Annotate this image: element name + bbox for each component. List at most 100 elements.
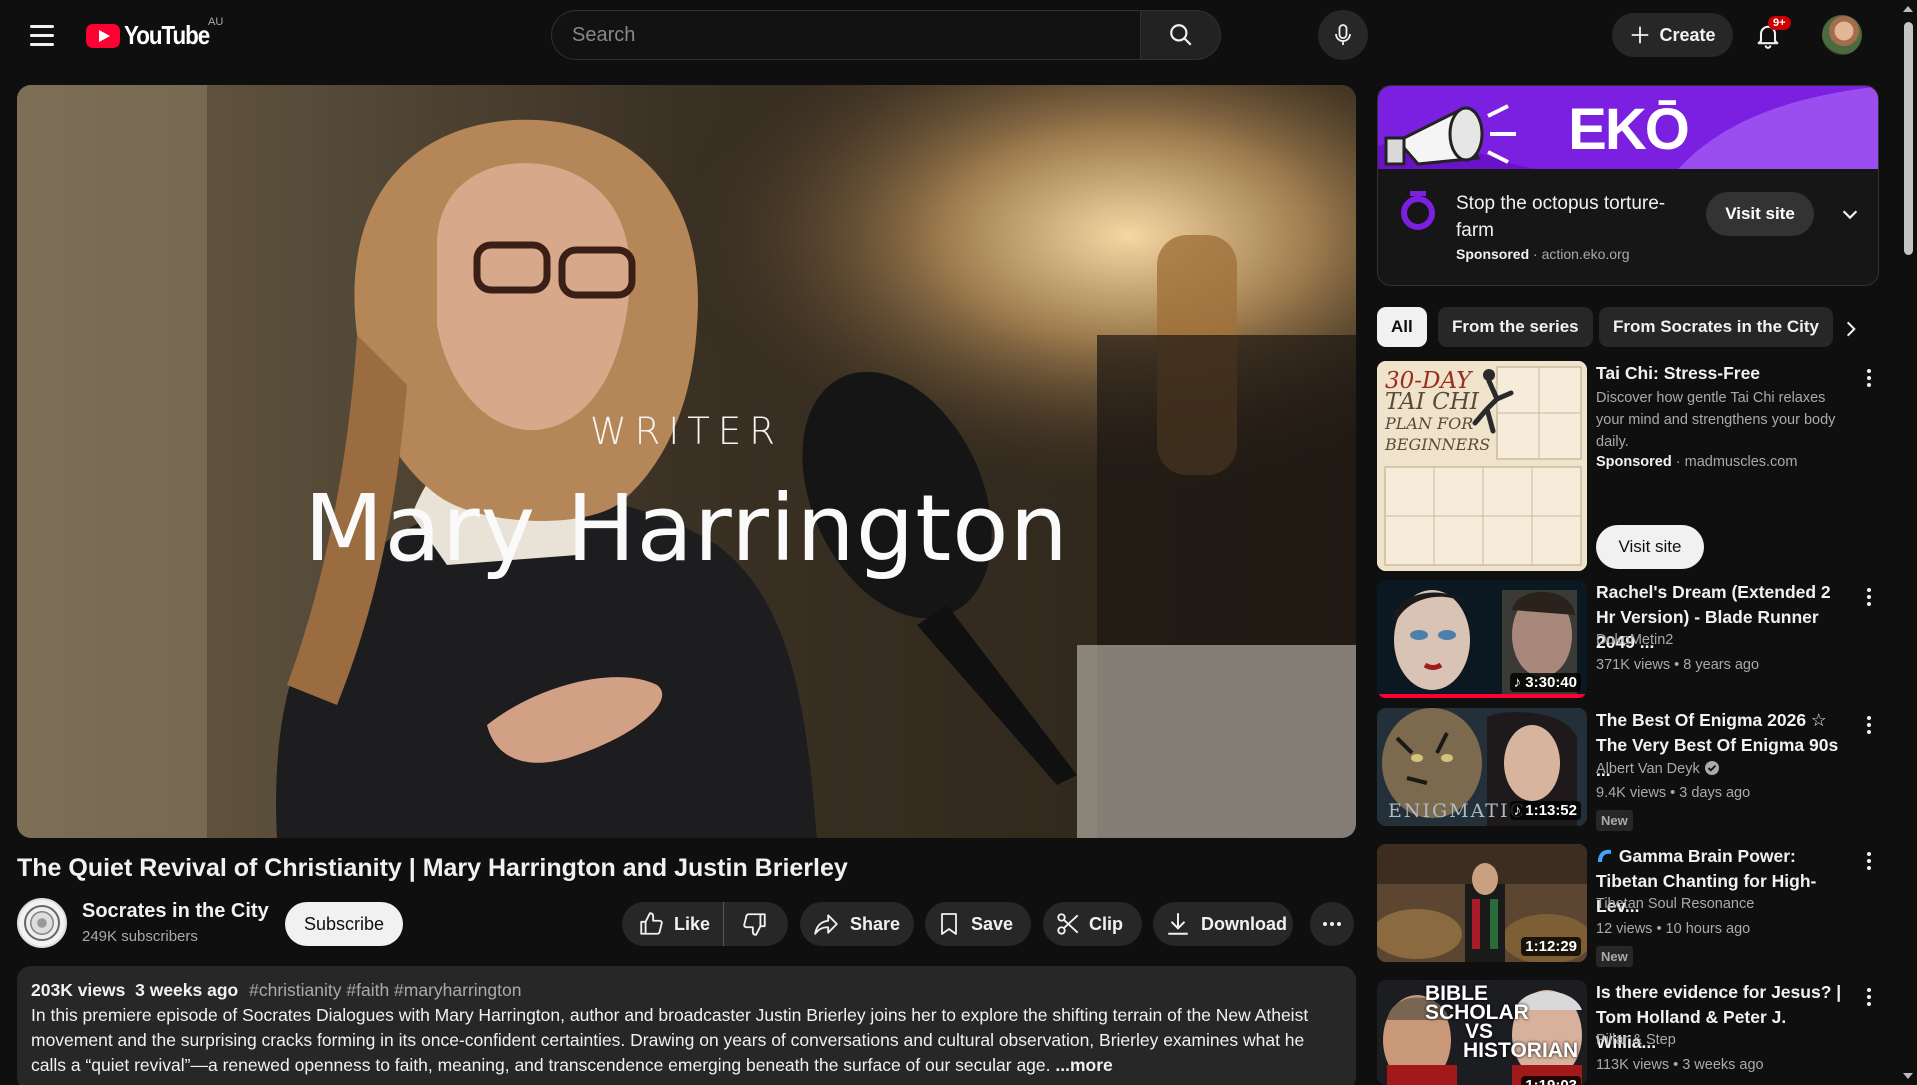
download-label: Download (1201, 913, 1287, 934)
search-input[interactable] (551, 10, 1141, 60)
rec-channel[interactable]: Tibetan Soul Resonance (1596, 896, 1754, 912)
save-button[interactable]: Save (925, 902, 1031, 946)
rec-title[interactable]: Tai Chi: Stress-Free (1596, 361, 1851, 386)
like-dislike-group: Like (622, 902, 788, 946)
menu-icon[interactable] (22, 17, 62, 53)
download-icon (1168, 913, 1188, 935)
bookmark-icon (941, 913, 957, 935)
thumb-caption: BIBLE SCHOLAR VS HISTORIAN (1425, 983, 1579, 1062)
ad-banner[interactable]: EKŌ (1378, 86, 1878, 169)
channel-avatar[interactable] (17, 898, 67, 948)
top-bar: YouTube AU Create 9+ (0, 0, 1917, 70)
download-button[interactable]: Download (1153, 902, 1293, 946)
watch-progress-bar (1377, 694, 1587, 698)
rec-menu-button[interactable] (1859, 984, 1879, 1010)
rec-sponsored-meta: Sponsored · madmuscles.com (1596, 454, 1798, 470)
rec-menu-button[interactable] (1859, 848, 1879, 874)
recommendation-item[interactable]: ♪ 3:30:40 Rachel's Dream (Extended 2 Hr … (1377, 580, 1877, 698)
thumb-caption-line: BEGINNERS (1385, 435, 1491, 454)
rec-sponsored-label: Sponsored (1596, 454, 1672, 470)
new-badge: New (1596, 810, 1633, 831)
thumb-caption: 30-DAY TAI CHI PLAN FOR BEGINNERS (1385, 370, 1491, 455)
scroll-thumb[interactable] (1904, 22, 1913, 255)
chip-from-the-series[interactable]: From the series (1438, 307, 1593, 347)
recommendation-item[interactable]: 1:12:29 Gamma Brain Power: Tibetan Chant… (1377, 844, 1879, 967)
subscriber-count: 249K subscribers (82, 928, 198, 945)
scissors-icon (1057, 913, 1079, 935)
region-code: AU (208, 16, 224, 28)
upload-age: 3 weeks ago (135, 980, 239, 1000)
recommendation-item[interactable]: 30-DAY TAI CHI PLAN FOR BEGINNERS Tai Ch… (1377, 361, 1877, 571)
thumb-caption-line: HISTORIAN (1463, 1039, 1579, 1062)
rec-channel[interactable]: Pillar & Step (1596, 1032, 1676, 1048)
scroll-up-arrow-icon[interactable] (1903, 6, 1913, 12)
page-scrollbar[interactable] (1900, 0, 1917, 1085)
rec-channel[interactable]: DokoMetin2 (1596, 632, 1673, 648)
search-button[interactable] (1141, 10, 1221, 60)
ad-meta: Sponsored · action.eko.org (1456, 246, 1630, 262)
ad-title[interactable]: Stop the octopus torture-farm (1456, 190, 1686, 244)
clip-button[interactable]: Clip (1043, 902, 1142, 946)
rec-description: Discover how gentle Tai Chi relaxes your… (1596, 390, 1836, 450)
rec-meta: 113K views • 3 weeks ago (1596, 1057, 1764, 1073)
create-button[interactable]: Create (1612, 13, 1733, 57)
share-icon (814, 914, 838, 935)
rec-thumbnail[interactable]: BIBLE SCHOLAR VS HISTORIAN 1:19:03 (1377, 980, 1587, 1085)
voice-search-button[interactable] (1318, 10, 1368, 60)
chips-next-button[interactable] (1836, 314, 1866, 344)
rec-menu-button[interactable] (1859, 712, 1879, 738)
like-button[interactable]: Like (622, 902, 724, 946)
video-title: The Quiet Revival of Christianity | Mary… (17, 854, 848, 882)
rec-duration: ♪ 1:13:52 (1509, 801, 1581, 820)
recommendation-item[interactable]: ENIGMATIC ♪ 1:13:52 The Best Of Enigma 2… (1377, 708, 1879, 831)
dislike-button[interactable] (724, 902, 786, 946)
rec-meta: 12 views • 10 hours ago (1596, 921, 1751, 937)
rec-thumbnail[interactable]: ENIGMATIC ♪ 1:13:52 (1377, 708, 1587, 826)
recommendation-item[interactable]: BIBLE SCHOLAR VS HISTORIAN 1:19:03 Is th… (1377, 980, 1877, 1085)
more-actions-button[interactable] (1310, 902, 1354, 946)
rec-meta: 9.4K views • 3 days ago (1596, 785, 1751, 801)
rec-menu-button[interactable] (1859, 365, 1879, 391)
ad-card[interactable]: EKŌ Stop the octopus torture-farm Sponso… (1377, 85, 1879, 286)
ad-brand-logo: EKŌ (1568, 97, 1690, 162)
ad-visit-site-button[interactable]: Visit site (1706, 192, 1814, 236)
like-label: Like (674, 913, 711, 934)
search-icon (1169, 24, 1192, 46)
thumb-caption-line: SCHOLAR (1425, 1001, 1529, 1024)
rec-thumbnail[interactable]: 30-DAY TAI CHI PLAN FOR BEGINNERS (1377, 361, 1587, 571)
rec-meta: 371K views • 8 years ago (1596, 657, 1760, 673)
notifications-button[interactable]: 9+ (1748, 15, 1791, 55)
video-overlay-title: Mary Harrington (304, 475, 1069, 582)
rec-duration: 1:19:03 (1521, 1076, 1581, 1085)
rec-thumbnail[interactable]: ♪ 3:30:40 (1377, 580, 1587, 698)
create-label: Create (1659, 24, 1716, 45)
channel-name[interactable]: Socrates in the City (82, 900, 269, 923)
description-box[interactable]: 203K views 3 weeks ago #christianity #fa… (17, 966, 1356, 1085)
chip-all[interactable]: All (1377, 307, 1427, 347)
logo-text: YouTube (124, 20, 210, 50)
description-text: In this premiere episode of Socrates Dia… (31, 1003, 1331, 1078)
filter-chips: All From the series From Socrates in the… (1377, 307, 1877, 347)
verified-icon (1704, 761, 1719, 775)
chip-from-socrates-in-the-city[interactable]: From Socrates in the City (1599, 307, 1833, 347)
subscribe-button[interactable]: Subscribe (285, 902, 403, 946)
notifications-badge: 9+ (1768, 16, 1791, 30)
rec-visit-site-button[interactable]: Visit site (1596, 525, 1704, 569)
account-avatar[interactable] (1822, 15, 1862, 55)
rec-thumbnail[interactable]: 1:12:29 (1377, 844, 1587, 962)
scroll-down-arrow-icon[interactable] (1903, 1073, 1913, 1079)
youtube-logo[interactable]: YouTube (86, 20, 223, 51)
rec-menu-button[interactable] (1859, 584, 1879, 610)
description-meta: 203K views 3 weeks ago #christianity #fa… (31, 980, 1342, 1001)
share-button[interactable]: Share (800, 902, 914, 946)
video-frame (17, 85, 1356, 838)
show-more-link[interactable]: ...more (1055, 1055, 1112, 1075)
search-bar (551, 10, 1221, 60)
ad-expand-button[interactable] (1834, 198, 1866, 230)
hashtags[interactable]: #christianity #faith #maryharrington (249, 980, 521, 1000)
live-sound-icon (1598, 849, 1611, 862)
rec-channel-name: Albert Van Deyk (1596, 761, 1700, 777)
video-player[interactable]: WRITER Mary Harrington (17, 85, 1356, 838)
rec-channel[interactable]: Albert Van Deyk (1596, 760, 1720, 777)
youtube-play-icon (86, 23, 120, 48)
